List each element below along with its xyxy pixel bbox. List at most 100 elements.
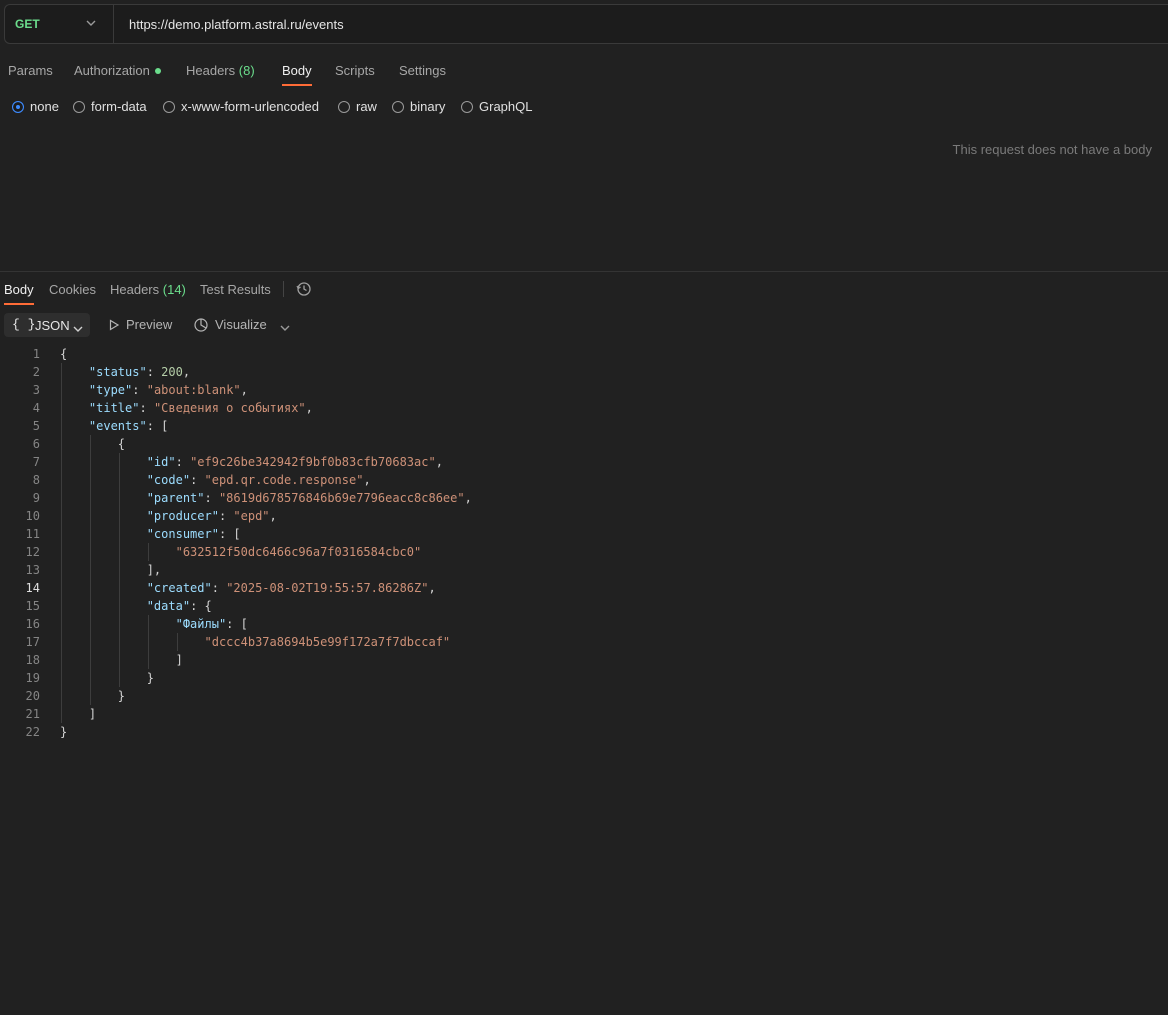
tab-label: Settings	[399, 63, 446, 78]
radio-unchecked-icon	[163, 100, 175, 113]
radio-checked-icon	[12, 100, 24, 113]
code-text: }	[60, 725, 68, 739]
tab-label: Scripts	[335, 63, 375, 78]
visualize-icon	[194, 317, 208, 332]
preview-label: Preview	[126, 317, 173, 332]
radio-unchecked-icon	[461, 100, 473, 113]
resp-tab-cookies[interactable]: Cookies	[49, 281, 96, 305]
json-value: "ef9c26be342942f9bf0b83cfb70683ac"	[190, 455, 436, 469]
play-icon	[109, 319, 120, 331]
line-number: 19	[25, 671, 40, 685]
radio-graphql[interactable]: GraphQL	[461, 99, 532, 114]
json-key: "type"	[88, 383, 133, 397]
line-number: 13	[25, 563, 40, 577]
resp-tab-body[interactable]: Body	[4, 281, 34, 305]
json-value: "632512f50dc6466c96a7f0316584cbc0"	[175, 545, 422, 559]
code-text: {	[60, 347, 68, 361]
line-number: 14	[25, 581, 40, 595]
line-number: 9	[32, 491, 40, 505]
resp-tab-test-results[interactable]: Test Results	[200, 281, 271, 305]
line-number: 6	[32, 437, 40, 451]
json-value: "about:blank"	[146, 383, 241, 397]
json-value: "Сведения о событиях"	[153, 401, 306, 415]
json-key: "events"	[88, 419, 147, 433]
url-bar: GET	[4, 4, 1168, 44]
radio-unchecked-icon	[392, 100, 404, 113]
tab-params[interactable]: Params	[8, 62, 53, 86]
line-number: 12	[25, 545, 40, 559]
code-text: {	[60, 437, 126, 451]
code-text: ]	[60, 707, 97, 721]
radio-form-data[interactable]: form-data	[73, 99, 147, 114]
json-key: "data"	[146, 599, 191, 613]
json-value: 200	[161, 365, 183, 379]
line-number: 15	[25, 599, 40, 613]
tab-separator	[283, 281, 284, 297]
code-text: "code": "epd.qr.code.response",	[146, 473, 371, 487]
code-text: }	[60, 671, 154, 685]
line-number: 16	[25, 617, 40, 631]
tab-body[interactable]: Body	[282, 62, 312, 86]
radio-raw[interactable]: raw	[338, 99, 377, 114]
chevron-down-icon	[73, 321, 83, 336]
radio-label: none	[30, 99, 59, 114]
braces-icon: { }	[12, 317, 36, 332]
line-number: 18	[25, 653, 40, 667]
json-value: "epd.qr.code.response"	[204, 473, 364, 487]
tab-label: Body	[4, 282, 34, 297]
json-key: "Файлы"	[175, 617, 227, 631]
json-value: "epd"	[233, 509, 270, 523]
code-text: "632512f50dc6466c96a7f0316584cbc0"	[60, 543, 422, 561]
radio-binary[interactable]: binary	[392, 99, 445, 114]
radio-none[interactable]: none	[12, 99, 59, 114]
method-label: GET	[15, 17, 40, 31]
tab-settings[interactable]: Settings	[399, 62, 446, 86]
tab-label: Test Results	[200, 282, 271, 297]
code-text: "data": {	[146, 599, 212, 613]
code-text: "Файлы": [	[175, 617, 248, 631]
headers-count: (14)	[162, 282, 186, 297]
radio-x-www-form-urlencoded[interactable]: x-www-form-urlencoded	[163, 99, 319, 114]
json-key: "code"	[146, 473, 191, 487]
code-text: "id": "ef9c26be342942f9bf0b83cfb70683ac"…	[146, 455, 443, 469]
json-key: "producer"	[146, 509, 219, 523]
visualize-button[interactable]: Visualize	[193, 317, 267, 334]
tab-scripts[interactable]: Scripts	[335, 62, 375, 86]
headers-count: (8)	[238, 63, 255, 78]
format-select[interactable]: { } JSON	[4, 313, 90, 337]
tab-label: Params	[8, 63, 53, 78]
method-select[interactable]: GET	[5, 5, 114, 43]
preview-button[interactable]: Preview	[108, 317, 172, 332]
visualize-chevron-icon[interactable]	[280, 320, 290, 335]
code-text: "producer": "epd",	[146, 509, 277, 523]
tab-headers[interactable]: Headers (8)	[186, 62, 255, 86]
url-input[interactable]	[119, 5, 1159, 43]
line-number: 5	[32, 419, 40, 433]
line-number: 17	[25, 635, 40, 649]
radio-unchecked-icon	[338, 100, 350, 113]
line-number: 20	[25, 689, 40, 703]
history-icon[interactable]	[296, 281, 312, 300]
code-text: ]	[60, 653, 183, 667]
tab-label: Cookies	[49, 282, 96, 297]
line-number: 2	[32, 365, 40, 379]
tab-label: Headers	[110, 282, 160, 297]
code-text: "events": [	[88, 419, 169, 433]
radio-label: form-data	[91, 99, 147, 114]
line-number: 3	[32, 383, 40, 397]
radio-label: GraphQL	[479, 99, 533, 114]
code-text: "type": "about:blank",	[88, 383, 248, 397]
json-key: "status"	[88, 365, 147, 379]
tab-label: Authorization	[74, 63, 150, 78]
json-key: "consumer"	[146, 527, 219, 541]
status-dot-icon	[154, 67, 161, 74]
pane-divider[interactable]	[0, 271, 1168, 272]
resp-tab-headers[interactable]: Headers (14)	[110, 281, 186, 305]
line-number: 10	[25, 509, 40, 523]
code-text: "parent": "8619d678576846b69e7796eacc8c8…	[146, 491, 472, 505]
tab-authorization[interactable]: Authorization	[74, 62, 161, 86]
code-text: "dccc4b37a8694b5e99f172a7f7dbccaf"	[60, 633, 451, 651]
tab-label: Body	[282, 63, 312, 78]
json-key: "id"	[146, 455, 176, 469]
chevron-down-icon	[85, 17, 97, 32]
